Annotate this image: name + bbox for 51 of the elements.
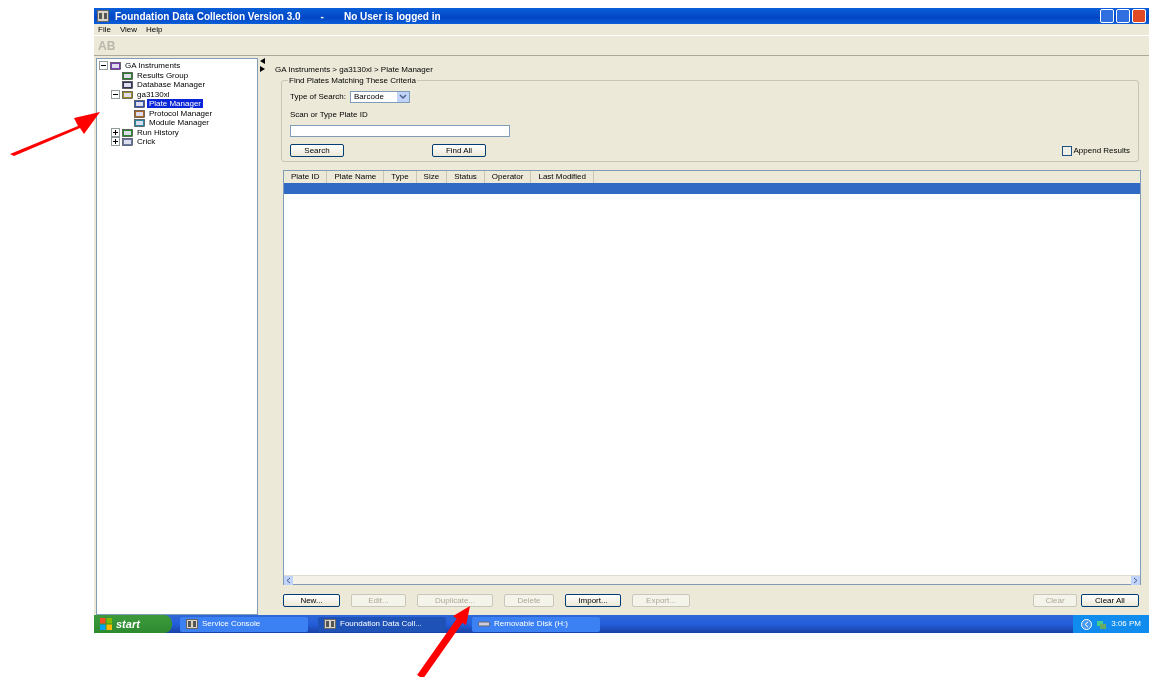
breadcrumb-text: GA Instruments > ga3130xl > Plate Manager bbox=[274, 64, 434, 76]
expand-icon[interactable] bbox=[111, 137, 120, 147]
menu-item[interactable]: View bbox=[119, 23, 138, 36]
app-icon bbox=[324, 619, 336, 629]
field-label: Scan or Type Plate ID bbox=[290, 109, 369, 121]
tree-item[interactable]: Module Manager bbox=[147, 118, 212, 128]
taskbar-button[interactable]: Removable Disk (H:) bbox=[472, 616, 600, 632]
tree-item[interactable]: Plate Manager bbox=[147, 99, 204, 109]
tree-item[interactable]: ga3130xl bbox=[135, 89, 172, 99]
search-button[interactable]: Search bbox=[290, 144, 344, 157]
tree-item[interactable]: Database Manager bbox=[135, 80, 208, 90]
restore-button[interactable] bbox=[1116, 9, 1130, 23]
horizontal-scrollbar[interactable] bbox=[284, 575, 1140, 584]
checkbox-label: Append Results bbox=[1073, 144, 1130, 157]
import-button[interactable]: Import... bbox=[565, 593, 621, 607]
app-icon bbox=[186, 619, 198, 629]
minimize-button[interactable] bbox=[1100, 9, 1114, 23]
collapse-icon[interactable] bbox=[99, 61, 108, 71]
clock-text: 3:06 PM bbox=[1111, 618, 1141, 630]
field-label: Type of Search: bbox=[290, 91, 347, 103]
user-status: No User is logged in bbox=[343, 9, 441, 24]
start-button[interactable]: start bbox=[94, 615, 172, 633]
taskbar-button[interactable]: Foundation Data Coll... bbox=[318, 616, 446, 632]
window-title: Foundation Data Collection Version 3.0 bbox=[115, 9, 301, 24]
tree-item[interactable]: GA Instruments bbox=[123, 61, 183, 71]
menu-item[interactable]: Help bbox=[146, 23, 163, 36]
scroll-right-icon bbox=[1131, 576, 1140, 585]
panel-legend: Find Plates Matching These Criteria bbox=[288, 75, 418, 87]
find-all-button[interactable]: Find All bbox=[432, 144, 486, 157]
new-button[interactable]: New... bbox=[283, 593, 340, 607]
plate-id-field[interactable] bbox=[290, 125, 510, 137]
network-icon bbox=[1096, 618, 1108, 630]
windows-logo-icon bbox=[100, 618, 112, 630]
title-separator: - bbox=[320, 9, 324, 24]
close-button[interactable] bbox=[1132, 9, 1146, 23]
collapse-icon[interactable] bbox=[111, 89, 120, 99]
tree-item[interactable]: Protocol Manager bbox=[147, 108, 215, 118]
tree-item[interactable]: Run History bbox=[135, 127, 181, 137]
append-checkbox[interactable] bbox=[1061, 145, 1072, 156]
dropdown-arrow-icon bbox=[397, 92, 410, 102]
tree-item[interactable]: Results Group bbox=[135, 70, 191, 80]
taskbar-button[interactable]: Service Console bbox=[180, 616, 308, 632]
scroll-left-icon bbox=[284, 576, 293, 585]
menu-item[interactable]: File bbox=[98, 23, 111, 36]
clear-all-button[interactable]: Clear All bbox=[1081, 593, 1139, 607]
drive-icon bbox=[478, 619, 490, 629]
search-type-dropdown[interactable]: Barcode bbox=[350, 91, 411, 103]
tree-item[interactable]: Crick bbox=[135, 137, 158, 147]
app-icon bbox=[97, 10, 109, 22]
expand-icon[interactable] bbox=[111, 127, 120, 137]
splitter-arrows-icon bbox=[260, 58, 265, 72]
